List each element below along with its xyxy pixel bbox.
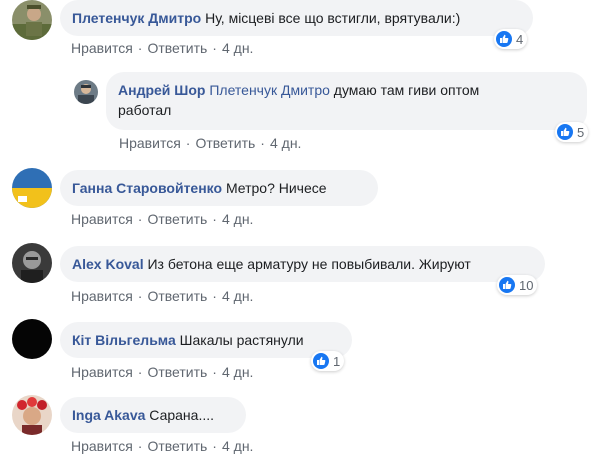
comment-author[interactable]: Ганна Старовойтенко bbox=[72, 180, 222, 196]
comment-actions: Нравится · Ответить · 4 дн. bbox=[71, 40, 253, 56]
avatar[interactable] bbox=[12, 243, 52, 283]
comment-text: Ну, місцеві все що встигли, врятували:) bbox=[205, 10, 461, 26]
avatar-flag-icon bbox=[12, 168, 52, 208]
comment-text-continued: работал bbox=[118, 102, 172, 118]
separator: · bbox=[260, 135, 265, 151]
reply-link[interactable]: Ответить bbox=[147, 288, 207, 304]
comment-actions: Нравится · Ответить · 4 дн. bbox=[119, 135, 301, 151]
comment-line: Андрей Шор Плетенчук Дмитро думаю там ги… bbox=[118, 80, 575, 100]
avatar-person-icon bbox=[12, 395, 52, 435]
comment-author[interactable]: Alex Koval bbox=[72, 256, 144, 272]
reply-link[interactable]: Ответить bbox=[147, 40, 207, 56]
like-thumb-icon bbox=[496, 31, 512, 47]
like-link[interactable]: Нравится bbox=[71, 364, 133, 380]
comment-actions: Нравится · Ответить · 4 дн. bbox=[71, 364, 253, 380]
reply-link[interactable]: Ответить bbox=[147, 211, 207, 227]
separator: · bbox=[137, 288, 143, 304]
separator: · bbox=[137, 40, 143, 56]
comment-bubble: Плетенчук Дмитро Ну, місцеві все що всти… bbox=[60, 0, 533, 36]
comment-text: Из бетона еще арматуру не повыбивали. Жи… bbox=[147, 256, 471, 272]
reaction-count-value: 5 bbox=[577, 124, 585, 140]
like-link[interactable]: Нравится bbox=[119, 135, 181, 151]
avatar-person-icon bbox=[74, 80, 98, 104]
comment-bubble: Inga Akava Сарана.... bbox=[60, 397, 246, 433]
timestamp[interactable]: 4 дн. bbox=[222, 40, 253, 56]
comment-bubble: Кіт Вільгельма Шакалы растянули bbox=[60, 322, 352, 358]
comment-mention[interactable]: Плетенчук Дмитро bbox=[209, 82, 330, 98]
comment-bubble: Андрей Шор Плетенчук Дмитро думаю там ги… bbox=[106, 72, 587, 130]
avatar[interactable] bbox=[12, 168, 52, 208]
comment-actions: Нравится · Ответить · 4 дн. bbox=[71, 288, 253, 304]
avatar[interactable] bbox=[12, 319, 52, 359]
comment-text: Метро? Ничесе bbox=[225, 180, 327, 196]
reply-link[interactable]: Ответить bbox=[195, 135, 255, 151]
comment-author[interactable]: Inga Akava bbox=[72, 407, 145, 423]
reaction-count[interactable]: 4 bbox=[494, 29, 528, 49]
reaction-count-value: 10 bbox=[519, 277, 534, 293]
timestamp[interactable]: 4 дн. bbox=[222, 211, 253, 227]
avatar[interactable] bbox=[74, 80, 98, 104]
reaction-count[interactable]: 1 bbox=[311, 351, 345, 371]
timestamp[interactable]: 4 дн. bbox=[270, 135, 301, 151]
comment-actions: Нравится · Ответить · 4 дн. bbox=[71, 211, 253, 227]
reaction-count-value: 4 bbox=[516, 31, 524, 47]
like-link[interactable]: Нравится bbox=[71, 211, 133, 227]
separator: · bbox=[212, 211, 217, 227]
separator: · bbox=[137, 211, 143, 227]
avatar[interactable] bbox=[12, 395, 52, 435]
like-thumb-icon bbox=[499, 277, 515, 293]
separator: · bbox=[137, 364, 143, 380]
like-thumb-icon bbox=[557, 124, 573, 140]
avatar-blank-icon bbox=[12, 319, 52, 359]
comment-author[interactable]: Кіт Вільгельма bbox=[72, 332, 176, 348]
separator: · bbox=[212, 364, 217, 380]
avatar[interactable] bbox=[12, 0, 52, 40]
reaction-count[interactable]: 5 bbox=[555, 122, 589, 142]
separator: · bbox=[185, 135, 191, 151]
comment-text: Шакалы растянули bbox=[179, 332, 304, 348]
separator: · bbox=[212, 40, 217, 56]
comment-author[interactable]: Плетенчук Дмитро bbox=[72, 10, 201, 26]
comment-text: Сарана.... bbox=[149, 407, 214, 423]
separator: · bbox=[212, 288, 217, 304]
avatar-military-icon bbox=[12, 0, 52, 40]
timestamp[interactable]: 4 дн. bbox=[222, 364, 253, 380]
reaction-count-value: 1 bbox=[333, 353, 341, 369]
avatar-person-icon bbox=[12, 243, 52, 283]
comment-text: думаю там гиви оптом bbox=[333, 82, 480, 98]
timestamp[interactable]: 4 дн. bbox=[222, 288, 253, 304]
comment-author[interactable]: Андрей Шор bbox=[118, 82, 205, 98]
comment-bubble: Ганна Старовойтенко Метро? Ничесе bbox=[60, 170, 378, 206]
like-link[interactable]: Нравится bbox=[71, 288, 133, 304]
reaction-count[interactable]: 10 bbox=[497, 275, 538, 295]
like-thumb-icon bbox=[313, 353, 329, 369]
comment-bubble: Alex Koval Из бетона еще арматуру не пов… bbox=[60, 246, 545, 282]
like-link[interactable]: Нравится bbox=[71, 40, 133, 56]
reply-link[interactable]: Ответить bbox=[147, 364, 207, 380]
